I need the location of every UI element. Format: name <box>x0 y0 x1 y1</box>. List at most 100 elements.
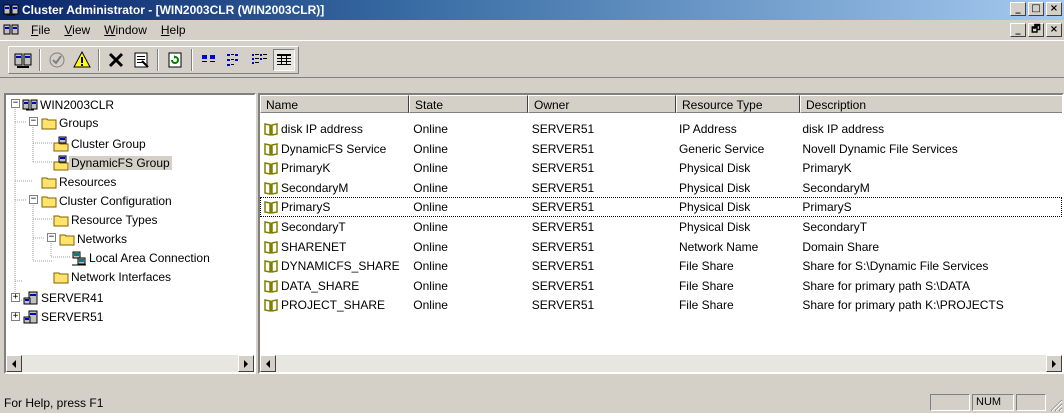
tree-expand-toggle[interactable]: + <box>11 312 20 321</box>
cell-state: Online <box>413 278 448 293</box>
tree-pane[interactable]: − WIN2003CLR − Groups Cluster Group Dyna… <box>4 93 256 374</box>
list-row[interactable]: DYNAMICFS_SHARE Online SERVER51 File Share S… <box>260 256 1062 276</box>
tree-item-label: SERVER51 <box>41 309 104 324</box>
list-horizontal-scrollbar[interactable] <box>260 355 1062 372</box>
resource-icon <box>264 142 278 156</box>
details-view-button[interactable] <box>273 49 295 71</box>
scroll-left-button[interactable] <box>6 355 22 372</box>
document-minimize-button[interactable]: _ <box>1010 23 1026 37</box>
folder-icon <box>41 196 57 207</box>
column-header-name[interactable]: Name <box>260 95 409 113</box>
folder-icon <box>53 215 69 226</box>
arrow-right-icon <box>244 359 248 368</box>
menu-help[interactable]: Help <box>154 23 193 37</box>
resource-list-pane[interactable]: Name State Owner Resource Type Descripti… <box>258 93 1064 374</box>
document-close-button[interactable]: × <box>1046 23 1062 37</box>
list-row[interactable]: DATA_SHARE Online SERVER51 File Share Share … <box>260 276 1062 296</box>
cell-resource-type: File Share <box>678 278 734 293</box>
close-button[interactable]: × <box>1046 2 1062 16</box>
tree-item-network-interfaces[interactable]: Network Interfaces <box>53 267 173 286</box>
resize-grip-icon[interactable] <box>1050 399 1063 412</box>
tree-item-dynamicfs-group[interactable]: DynamicFS Group <box>53 153 172 172</box>
menu-file[interactable]: File <box>24 23 57 37</box>
resource-name-label: PrimaryK <box>281 161 331 176</box>
tree-item-label: Local Area Connection <box>89 250 210 265</box>
menu-view-label: iew <box>72 23 91 37</box>
tree-item-server41[interactable]: SERVER41 <box>23 288 105 307</box>
delete-button[interactable] <box>105 49 127 71</box>
document-restore-button[interactable]: 🗗 <box>1028 23 1044 37</box>
scroll-left-button[interactable] <box>260 355 276 372</box>
tree-item-label: DynamicFS Group <box>69 155 172 170</box>
cell-name: DATA_SHARE <box>260 279 408 293</box>
large-icons-view-button[interactable] <box>198 49 220 71</box>
minimize-button[interactable]: _ <box>1010 2 1026 16</box>
tree-horizontal-scrollbar[interactable] <box>6 355 254 372</box>
list-row[interactable]: disk IP address Online SERVER51 IP Address d… <box>260 119 1062 139</box>
list-view-button[interactable] <box>248 49 270 71</box>
menu-window[interactable]: Window <box>97 23 154 37</box>
tree-item-resource-types[interactable]: Resource Types <box>53 210 160 229</box>
tree-item-local-area-connection[interactable]: Local Area Connection <box>71 248 212 267</box>
column-header-resource-type[interactable]: Resource Type <box>676 95 800 113</box>
properties-button[interactable] <box>130 49 152 71</box>
tree-item-networks[interactable]: Networks <box>59 229 129 248</box>
scroll-right-button[interactable] <box>1046 355 1062 372</box>
tree-item-label: Cluster Group <box>71 136 146 151</box>
menu-view[interactable]: View <box>57 23 97 37</box>
tree-collapse-toggle[interactable]: − <box>11 99 20 108</box>
list-row[interactable]: SHARENET Online SERVER51 Network Name Domain… <box>260 237 1062 257</box>
take-offline-button[interactable] <box>71 49 93 71</box>
resource-icon <box>264 221 278 234</box>
cell-name: PrimaryK <box>260 161 408 175</box>
bring-online-button[interactable] <box>46 49 68 71</box>
tree-item-label: SERVER41 <box>41 290 104 305</box>
details-view-icon <box>277 54 291 65</box>
server-icon <box>23 310 38 323</box>
small-icons-view-button[interactable] <box>223 49 245 71</box>
column-header-state[interactable]: State <box>409 95 528 113</box>
tree-expand-toggle[interactable]: + <box>11 293 20 302</box>
tree-collapse-toggle[interactable]: − <box>29 117 38 126</box>
list-row[interactable]: PrimaryK Online SERVER51 Physical Disk Prima… <box>260 158 1062 178</box>
status-panel-num: NUM <box>972 394 1014 411</box>
scroll-right-button[interactable] <box>238 355 254 372</box>
list-row[interactable]: SecondaryM Online SERVER51 Physical Disk Sec… <box>260 178 1062 198</box>
tree-item-cluster-group[interactable]: Cluster Group <box>53 134 148 153</box>
tree-item-groups[interactable]: Groups <box>41 113 100 132</box>
menu-bar: File View Window Help _ 🗗 × <box>0 20 1064 40</box>
resource-name-label: disk IP address <box>281 122 363 136</box>
large-icons-view-icon <box>202 55 215 62</box>
open-connection-button[interactable] <box>12 49 34 71</box>
title-bar[interactable]: Cluster Administrator - [WIN2003CLR (WIN… <box>0 0 1064 20</box>
menu-view-mnemonic: V <box>64 23 73 37</box>
cell-state: Online <box>413 161 448 176</box>
tree-collapse-toggle[interactable]: − <box>29 195 38 204</box>
cell-resource-type: Physical Disk <box>678 161 751 176</box>
refresh-button[interactable] <box>164 49 186 71</box>
resource-name-label: DynamicFS Service <box>281 141 387 156</box>
list-row[interactable]: DynamicFS Service Online SERVER51 Generic S… <box>260 139 1062 159</box>
cell-resource-type: IP Address <box>678 122 737 136</box>
tree-item-cluster-root[interactable]: WIN2003CLR <box>22 95 116 114</box>
cell-name: PrimaryS <box>260 200 408 214</box>
column-header-description[interactable]: Description <box>800 95 1062 113</box>
toolbar-separator <box>39 49 41 71</box>
list-row[interactable]: PrimaryS Online SERVER51 Physical Disk Prima… <box>260 197 1062 218</box>
tree-item-server51[interactable]: SERVER51 <box>23 307 105 326</box>
cell-resource-type: Physical Disk <box>678 200 751 215</box>
cluster-app-icon[interactable] <box>3 2 19 21</box>
list-row[interactable]: SecondaryT Online SERVER51 Physical Disk Sec… <box>260 217 1062 237</box>
tree-item-cluster-configuration[interactable]: Cluster Configuration <box>41 191 174 210</box>
document-system-menu-icon[interactable] <box>3 22 19 41</box>
tree-collapse-toggle[interactable]: − <box>47 233 56 242</box>
cell-state: Online <box>413 220 448 234</box>
cell-name: PROJECT_SHARE <box>260 298 408 312</box>
column-header-owner[interactable]: Owner <box>528 95 676 113</box>
maximize-button[interactable]: □ <box>1028 2 1044 16</box>
cell-resource-type: Physical Disk <box>678 180 751 195</box>
list-row[interactable]: PROJECT_SHARE Online SERVER51 File Share Sha… <box>260 295 1062 315</box>
resource-icon <box>264 201 278 215</box>
tree-item-resources[interactable]: Resources <box>41 172 118 191</box>
cell-description: Domain Share <box>802 239 880 254</box>
